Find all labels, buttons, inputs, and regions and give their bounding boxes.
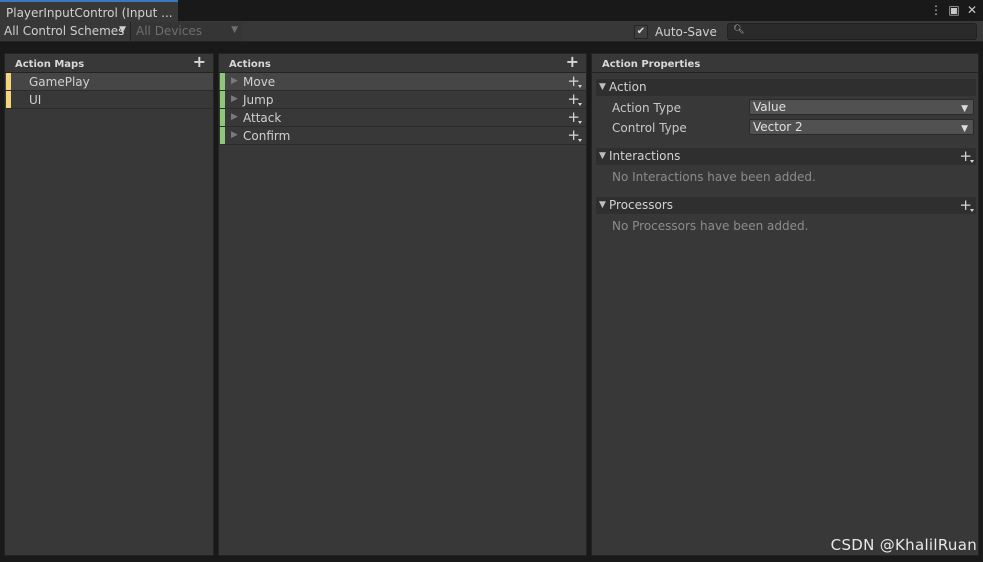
caret-down-icon: ▼ bbox=[119, 25, 126, 35]
action-map-item[interactable]: UI bbox=[5, 91, 213, 109]
interactions-section-title: Interactions bbox=[609, 149, 681, 163]
auto-save-checkbox[interactable]: ✔ bbox=[634, 25, 648, 39]
control-type-label: Control Type bbox=[612, 121, 687, 135]
action-type-dropdown[interactable]: Value ▼ bbox=[749, 99, 974, 115]
action-map-item[interactable]: GamePlay bbox=[5, 73, 213, 91]
close-icon[interactable]: ✕ bbox=[965, 2, 979, 18]
auto-save-toggle[interactable]: ✔ Auto-Save bbox=[634, 23, 717, 41]
maximize-icon[interactable]: ▣ bbox=[947, 2, 961, 18]
action-item[interactable]: ▶ Attack + bbox=[219, 109, 586, 127]
action-type-value: Value bbox=[753, 100, 786, 114]
foldout-arrow-icon[interactable]: ▼ bbox=[599, 151, 606, 161]
expand-arrow-icon[interactable]: ▶ bbox=[231, 130, 238, 140]
add-interaction-icon[interactable]: + bbox=[959, 148, 974, 164]
action-marker bbox=[220, 91, 225, 108]
action-maps-title: Action Maps bbox=[15, 59, 85, 70]
add-binding-icon[interactable]: + bbox=[567, 109, 582, 125]
action-marker bbox=[220, 73, 225, 90]
watermark: CSDN @KhalilRuan bbox=[830, 536, 977, 554]
action-item[interactable]: ▶ Jump + bbox=[219, 91, 586, 109]
action-item[interactable]: ▶ Move + bbox=[219, 73, 586, 91]
auto-save-label: Auto-Save bbox=[655, 25, 717, 39]
interactions-section-header[interactable]: ▼ Interactions + bbox=[596, 148, 976, 165]
expand-arrow-icon[interactable]: ▶ bbox=[231, 112, 238, 122]
devices-label: All Devices bbox=[136, 24, 202, 38]
action-item[interactable]: ▶ Confirm + bbox=[219, 127, 586, 145]
control-type-value: Vector 2 bbox=[753, 120, 803, 134]
expand-arrow-icon[interactable]: ▶ bbox=[231, 94, 238, 104]
tab-bar: PlayerInputControl (Input ... ⋮ ▣ ✕ bbox=[0, 0, 983, 21]
processors-empty-note: No Processors have been added. bbox=[612, 219, 809, 233]
caret-down-icon: ▼ bbox=[961, 124, 968, 134]
search-icon: 🔍︎ bbox=[733, 25, 745, 35]
action-map-label: UI bbox=[29, 93, 42, 107]
add-action-map-icon[interactable]: + bbox=[193, 54, 206, 70]
action-properties-panel: Action Properties ▼ Action Action Type V… bbox=[591, 53, 979, 556]
actions-header: Actions + bbox=[219, 54, 586, 73]
control-schemes-dropdown[interactable]: All Control Schemes ▼ bbox=[0, 22, 131, 41]
actions-panel: Actions + ▶ Move + ▶ Jump + ▶ Attack + ▶… bbox=[218, 53, 587, 556]
processors-section-title: Processors bbox=[609, 198, 674, 212]
action-type-label: Action Type bbox=[612, 101, 681, 115]
action-map-label: GamePlay bbox=[29, 75, 90, 89]
action-marker bbox=[220, 127, 225, 144]
add-binding-icon[interactable]: + bbox=[567, 127, 582, 143]
action-properties-header: Action Properties bbox=[592, 54, 978, 73]
expand-arrow-icon[interactable]: ▶ bbox=[231, 76, 238, 86]
action-section-header[interactable]: ▼ Action bbox=[596, 79, 976, 96]
processors-section-header[interactable]: ▼ Processors + bbox=[596, 197, 976, 214]
toolbar: All Control Schemes ▼ All Devices ▼ ✔ Au… bbox=[0, 21, 983, 42]
action-map-marker bbox=[6, 91, 11, 108]
interactions-empty-note: No Interactions have been added. bbox=[612, 170, 816, 184]
foldout-arrow-icon[interactable]: ▼ bbox=[599, 200, 606, 210]
caret-down-icon: ▼ bbox=[961, 104, 968, 114]
window-tab[interactable]: PlayerInputControl (Input ... bbox=[0, 0, 178, 21]
action-maps-header: Action Maps + bbox=[5, 54, 213, 73]
search-input[interactable]: 🔍︎ bbox=[727, 23, 977, 40]
foldout-arrow-icon[interactable]: ▼ bbox=[599, 82, 606, 92]
control-schemes-label: All Control Schemes bbox=[4, 24, 125, 38]
action-label: Confirm bbox=[243, 129, 291, 143]
action-marker bbox=[220, 109, 225, 126]
action-label: Jump bbox=[243, 93, 274, 107]
actions-title: Actions bbox=[229, 59, 271, 70]
action-label: Move bbox=[243, 75, 276, 89]
action-properties-title: Action Properties bbox=[602, 59, 701, 70]
add-binding-icon[interactable]: + bbox=[567, 91, 582, 107]
control-type-dropdown[interactable]: Vector 2 ▼ bbox=[749, 119, 974, 135]
add-processor-icon[interactable]: + bbox=[959, 197, 974, 213]
kebab-menu-icon[interactable]: ⋮ bbox=[929, 2, 943, 18]
action-label: Attack bbox=[243, 111, 282, 125]
window-controls: ⋮ ▣ ✕ bbox=[929, 2, 979, 18]
add-binding-icon[interactable]: + bbox=[567, 73, 582, 89]
action-map-marker bbox=[6, 73, 11, 90]
caret-down-icon: ▼ bbox=[231, 25, 238, 35]
action-section-title: Action bbox=[609, 80, 647, 94]
action-maps-panel: Action Maps + GamePlay UI bbox=[4, 53, 214, 556]
devices-dropdown[interactable]: All Devices ▼ bbox=[132, 22, 242, 41]
add-action-icon[interactable]: + bbox=[566, 54, 579, 70]
